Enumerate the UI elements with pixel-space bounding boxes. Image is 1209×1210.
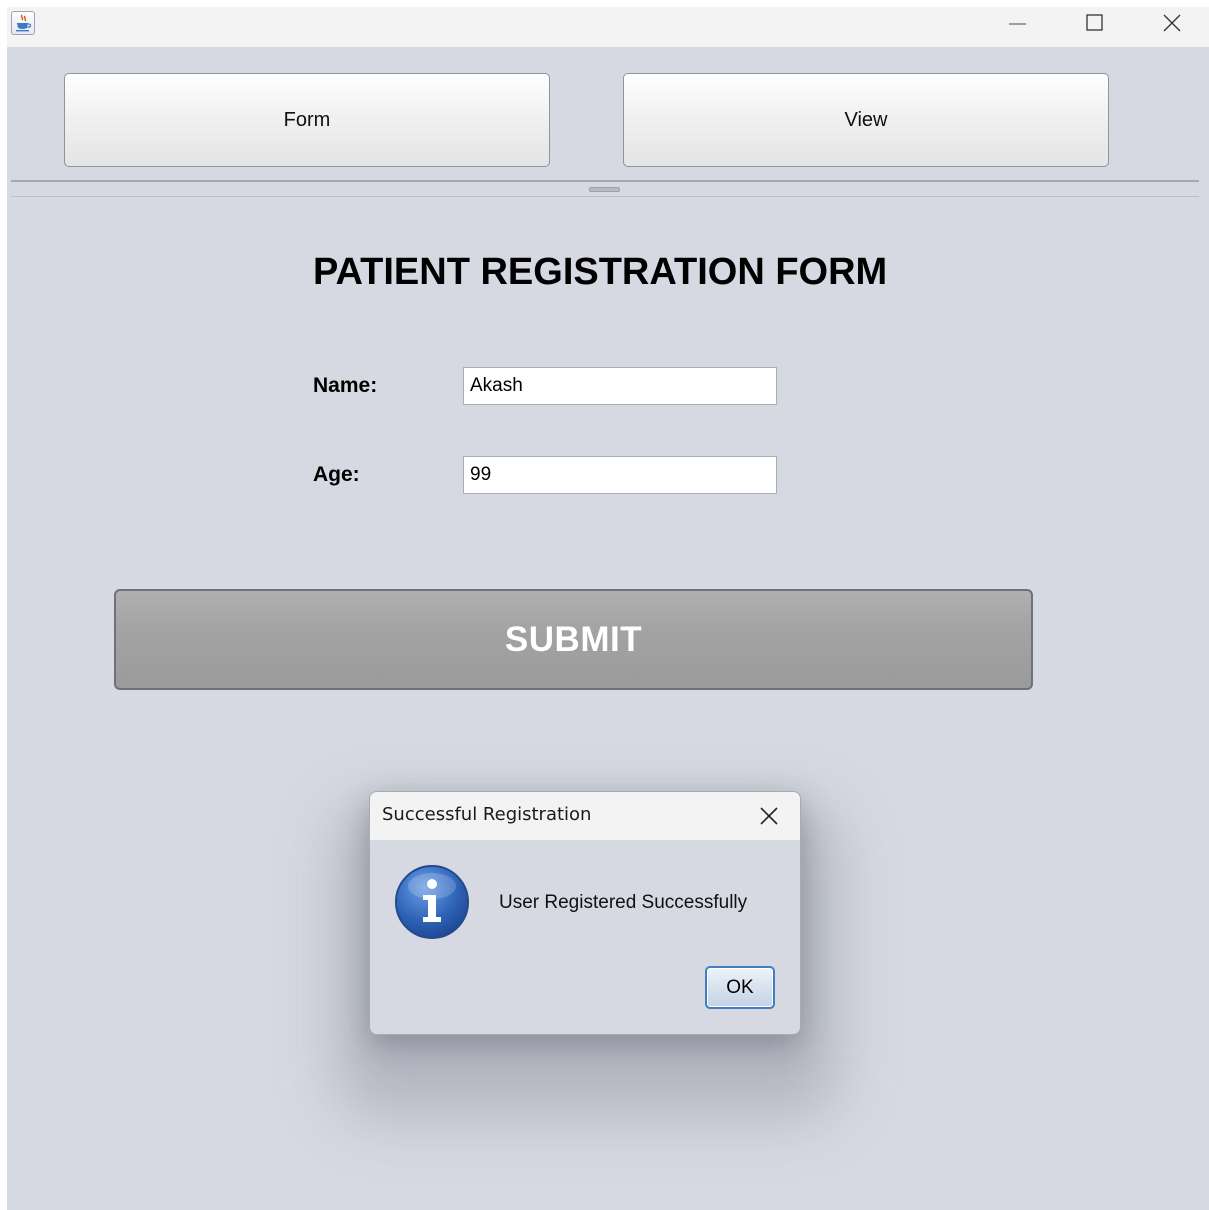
success-dialog: Successful Registration User Registered … (369, 791, 801, 1035)
maximize-button[interactable] (1056, 7, 1132, 43)
name-input[interactable] (463, 367, 777, 405)
form-tab-button[interactable]: Form (64, 73, 550, 167)
close-icon (760, 807, 778, 825)
java-coffee-cup-icon[interactable] (11, 11, 35, 35)
minimize-button[interactable] (980, 7, 1056, 43)
form-title: PATIENT REGISTRATION FORM (313, 251, 888, 293)
info-icon (394, 864, 470, 940)
dialog-titlebar: Successful Registration (370, 792, 800, 840)
splitter-line (11, 180, 1199, 182)
main-window: Form View PATIENT REGISTRATION FORM Name… (7, 7, 1209, 1210)
age-input[interactable] (463, 456, 777, 494)
age-label: Age: (313, 463, 360, 486)
submit-button[interactable]: SUBMIT (114, 589, 1033, 690)
close-window-button[interactable] (1133, 7, 1209, 43)
window-titlebar (7, 7, 1209, 47)
dialog-message: User Registered Successfully (499, 892, 748, 913)
splitter-handle[interactable] (589, 187, 620, 192)
close-icon (1163, 14, 1181, 32)
ok-button[interactable]: OK (705, 966, 775, 1009)
name-label: Name: (313, 374, 378, 397)
dialog-close-button[interactable] (755, 802, 783, 830)
dialog-title: Successful Registration (382, 804, 592, 825)
maximize-icon (1086, 14, 1103, 31)
view-tab-button[interactable]: View (623, 73, 1109, 167)
splitter-line-lower (11, 196, 1199, 197)
